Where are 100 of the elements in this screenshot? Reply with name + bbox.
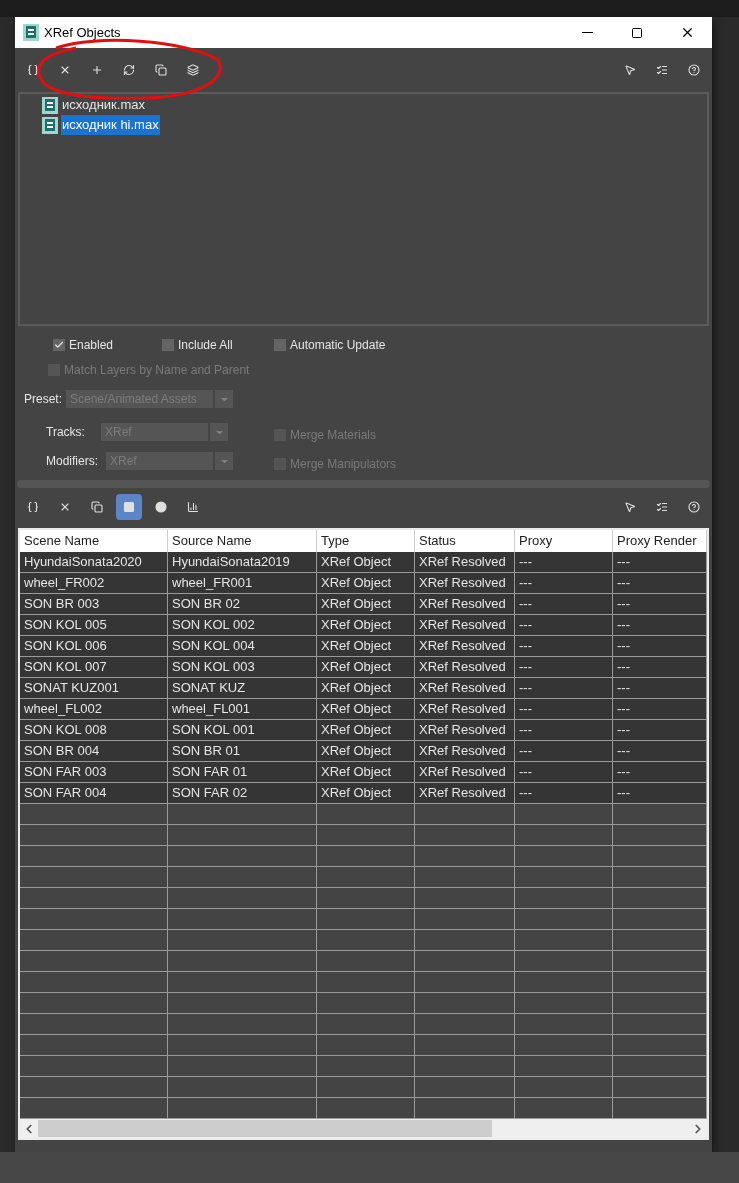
app-icon xyxy=(42,96,58,114)
checkbox[interactable] xyxy=(274,339,286,351)
table-cell: --- xyxy=(515,657,613,677)
table-cell: XRef Resolved xyxy=(415,783,515,803)
table-cell: --- xyxy=(515,636,613,656)
table-cell: SON KOL 006 xyxy=(20,636,168,656)
table-cell: --- xyxy=(613,720,707,740)
modifiers-label: Modifiers: xyxy=(46,453,99,470)
table-cell: --- xyxy=(613,678,707,698)
maximize-icon xyxy=(631,26,643,39)
checkbox[interactable] xyxy=(162,339,174,351)
table-cell: XRef Object xyxy=(317,720,415,740)
table-cell: --- xyxy=(613,783,707,803)
table-cell: SON BR 004 xyxy=(20,741,168,761)
table-cell: SON FAR 004 xyxy=(20,783,168,803)
table-cell: wheel_FL001 xyxy=(168,699,317,719)
table-cell: SON KOL 002 xyxy=(168,615,317,635)
table-cell: XRef Object xyxy=(317,741,415,761)
table-cell: --- xyxy=(515,699,613,719)
checkbox-label: Enabled xyxy=(69,337,114,354)
braces-icon xyxy=(27,64,39,76)
table-cell: XRef Object xyxy=(317,594,415,614)
table-cell: XRef Resolved xyxy=(415,678,515,698)
table-cell: --- xyxy=(515,678,613,698)
table-cell: XRef Resolved xyxy=(415,657,515,677)
table-cell: XRef Object xyxy=(317,552,415,572)
braces-icon xyxy=(27,501,39,513)
table-cell: SON BR 003 xyxy=(20,594,168,614)
table-cell: --- xyxy=(515,573,613,593)
table-cell: --- xyxy=(613,552,707,572)
table-cell: XRef Resolved xyxy=(415,594,515,614)
table-cell: SON KOL 008 xyxy=(20,720,168,740)
scrollbar-thumb[interactable] xyxy=(38,1120,492,1137)
minimize-icon xyxy=(581,32,593,33)
tracks-label: Tracks: xyxy=(46,424,86,441)
table-cell: XRef Resolved xyxy=(415,636,515,656)
table-cell: SON KOL 003 xyxy=(168,657,317,677)
table-cell: XRef Object xyxy=(317,678,415,698)
table-cell: XRef Object xyxy=(317,783,415,803)
table-cell: --- xyxy=(613,615,707,635)
app-icon xyxy=(23,24,39,41)
square-icon xyxy=(123,501,135,513)
table-cell: XRef Object xyxy=(317,699,415,719)
table-cell: --- xyxy=(515,783,613,803)
checkbox-option[interactable]: Include All xyxy=(162,336,233,354)
table-cell: wheel_FL002 xyxy=(20,699,168,719)
table-cell: wheel_FR002 xyxy=(20,573,168,593)
table-cell: XRef Object xyxy=(317,615,415,635)
checkbox-option[interactable]: Automatic Update xyxy=(274,336,386,354)
table-cell: XRef Resolved xyxy=(415,615,515,635)
table-cell: XRef Object xyxy=(317,657,415,677)
checkbox-option[interactable]: Enabled xyxy=(53,336,114,354)
tree-item[interactable]: исходник.max xyxy=(61,95,146,115)
table-cell: SON FAR 01 xyxy=(168,762,317,782)
table-cell: SON KOL 007 xyxy=(20,657,168,677)
close-icon xyxy=(59,64,71,76)
preset-label: Preset: xyxy=(24,391,62,408)
table-cell: --- xyxy=(515,615,613,635)
copy-icon xyxy=(91,501,103,513)
checkbox[interactable] xyxy=(53,339,65,351)
table-cell: SON KOL 001 xyxy=(168,720,317,740)
table-cell: XRef Object xyxy=(317,762,415,782)
table-cell: XRef Object xyxy=(317,636,415,656)
copy-icon xyxy=(155,64,167,76)
table-cell: SON KOL 005 xyxy=(20,615,168,635)
horizontal-scrollbar[interactable] xyxy=(20,1119,707,1138)
table-cell: wheel_FR001 xyxy=(168,573,317,593)
app-icon xyxy=(42,116,58,134)
table-cell: SON KOL 004 xyxy=(168,636,317,656)
table-cell: --- xyxy=(613,636,707,656)
table-cell: XRef Resolved xyxy=(415,573,515,593)
table-cell: --- xyxy=(515,552,613,572)
toolbar-button[interactable] xyxy=(116,494,142,520)
close-icon xyxy=(59,501,71,513)
refresh-icon xyxy=(123,64,135,76)
plus-icon xyxy=(91,64,103,76)
dot-icon xyxy=(155,501,167,513)
table-cell: --- xyxy=(515,594,613,614)
table-cell: --- xyxy=(515,762,613,782)
tree-item[interactable]: исходник hi.max xyxy=(61,115,160,135)
table-cell: XRef Resolved xyxy=(415,720,515,740)
pointer-icon xyxy=(624,501,636,513)
chart-icon xyxy=(187,501,199,513)
table-cell: --- xyxy=(613,741,707,761)
table-cell: SON FAR 003 xyxy=(20,762,168,782)
layers-icon xyxy=(187,64,199,76)
table-cell: --- xyxy=(515,741,613,761)
table-cell: --- xyxy=(613,762,707,782)
checkbox-label: Automatic Update xyxy=(290,337,386,354)
help-icon xyxy=(688,501,700,513)
table-cell: XRef Resolved xyxy=(415,762,515,782)
list-icon xyxy=(656,64,668,76)
checkbox-label: Include All xyxy=(178,337,233,354)
table-cell: --- xyxy=(515,720,613,740)
table-cell: XRef Resolved xyxy=(415,699,515,719)
table-cell: XRef Resolved xyxy=(415,741,515,761)
table-cell: HyundaiSonata2020 xyxy=(20,552,168,572)
table-cell: --- xyxy=(613,594,707,614)
table-cell: --- xyxy=(613,699,707,719)
table-cell: SON FAR 02 xyxy=(168,783,317,803)
